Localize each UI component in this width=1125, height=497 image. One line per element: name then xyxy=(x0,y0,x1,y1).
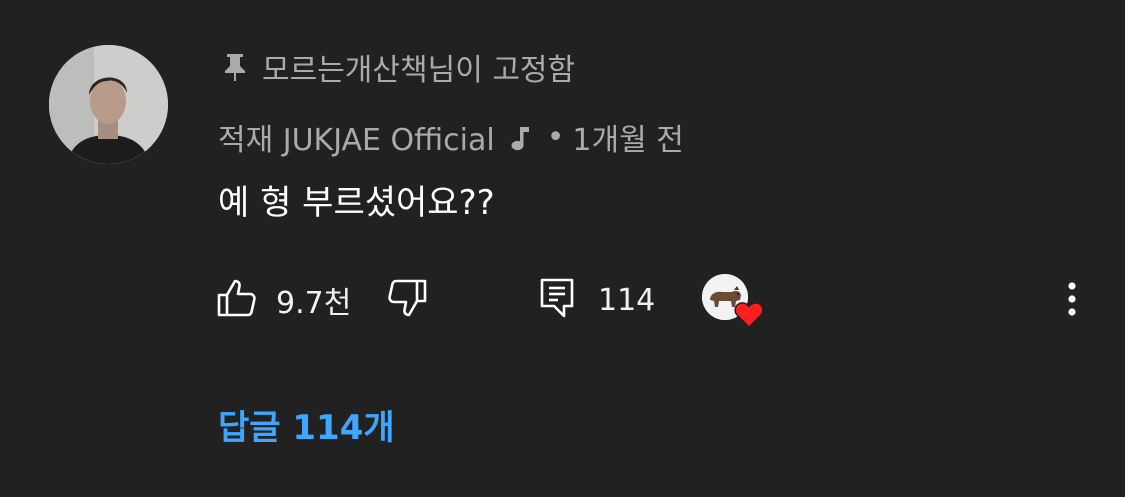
reply-button[interactable]: 114 xyxy=(538,276,655,324)
author-name[interactable]: 적재 JUKJAE Official xyxy=(218,115,495,159)
more-options-button[interactable] xyxy=(1054,276,1090,324)
author-avatar[interactable] xyxy=(49,45,168,164)
comment-actions: 9.7천 114 xyxy=(216,274,1086,329)
pinned-label: 모르는개산책님이 고정함 xyxy=(262,53,576,88)
view-replies-link[interactable]: 답글 114개 xyxy=(218,400,395,449)
comment-text: 예 형 부르셨어요?? xyxy=(218,183,495,223)
pin-icon xyxy=(222,52,248,82)
like-button[interactable]: 9.7천 xyxy=(216,276,351,324)
pinned-comment: 모르는개산책님이 고정함 적재 JUKJAE Official • 1개월 전 … xyxy=(0,0,1125,497)
creator-heart[interactable] xyxy=(702,274,764,329)
music-note-icon xyxy=(509,121,531,153)
heart-icon xyxy=(734,300,764,329)
dislike-button[interactable] xyxy=(386,276,428,324)
pinned-indicator: 모르는개산책님이 고정함 xyxy=(222,47,576,88)
more-vertical-icon xyxy=(1067,279,1077,322)
like-count: 9.7천 xyxy=(276,286,352,321)
separator-dot: • xyxy=(546,119,565,155)
thumbs-down-icon xyxy=(386,277,428,323)
thumbs-up-icon xyxy=(216,277,258,323)
comment-timestamp[interactable]: 1개월 전 xyxy=(572,115,683,159)
comment-header: 적재 JUKJAE Official • 1개월 전 xyxy=(218,115,684,159)
reply-count: 114 xyxy=(598,282,656,318)
comment-icon xyxy=(538,276,576,324)
